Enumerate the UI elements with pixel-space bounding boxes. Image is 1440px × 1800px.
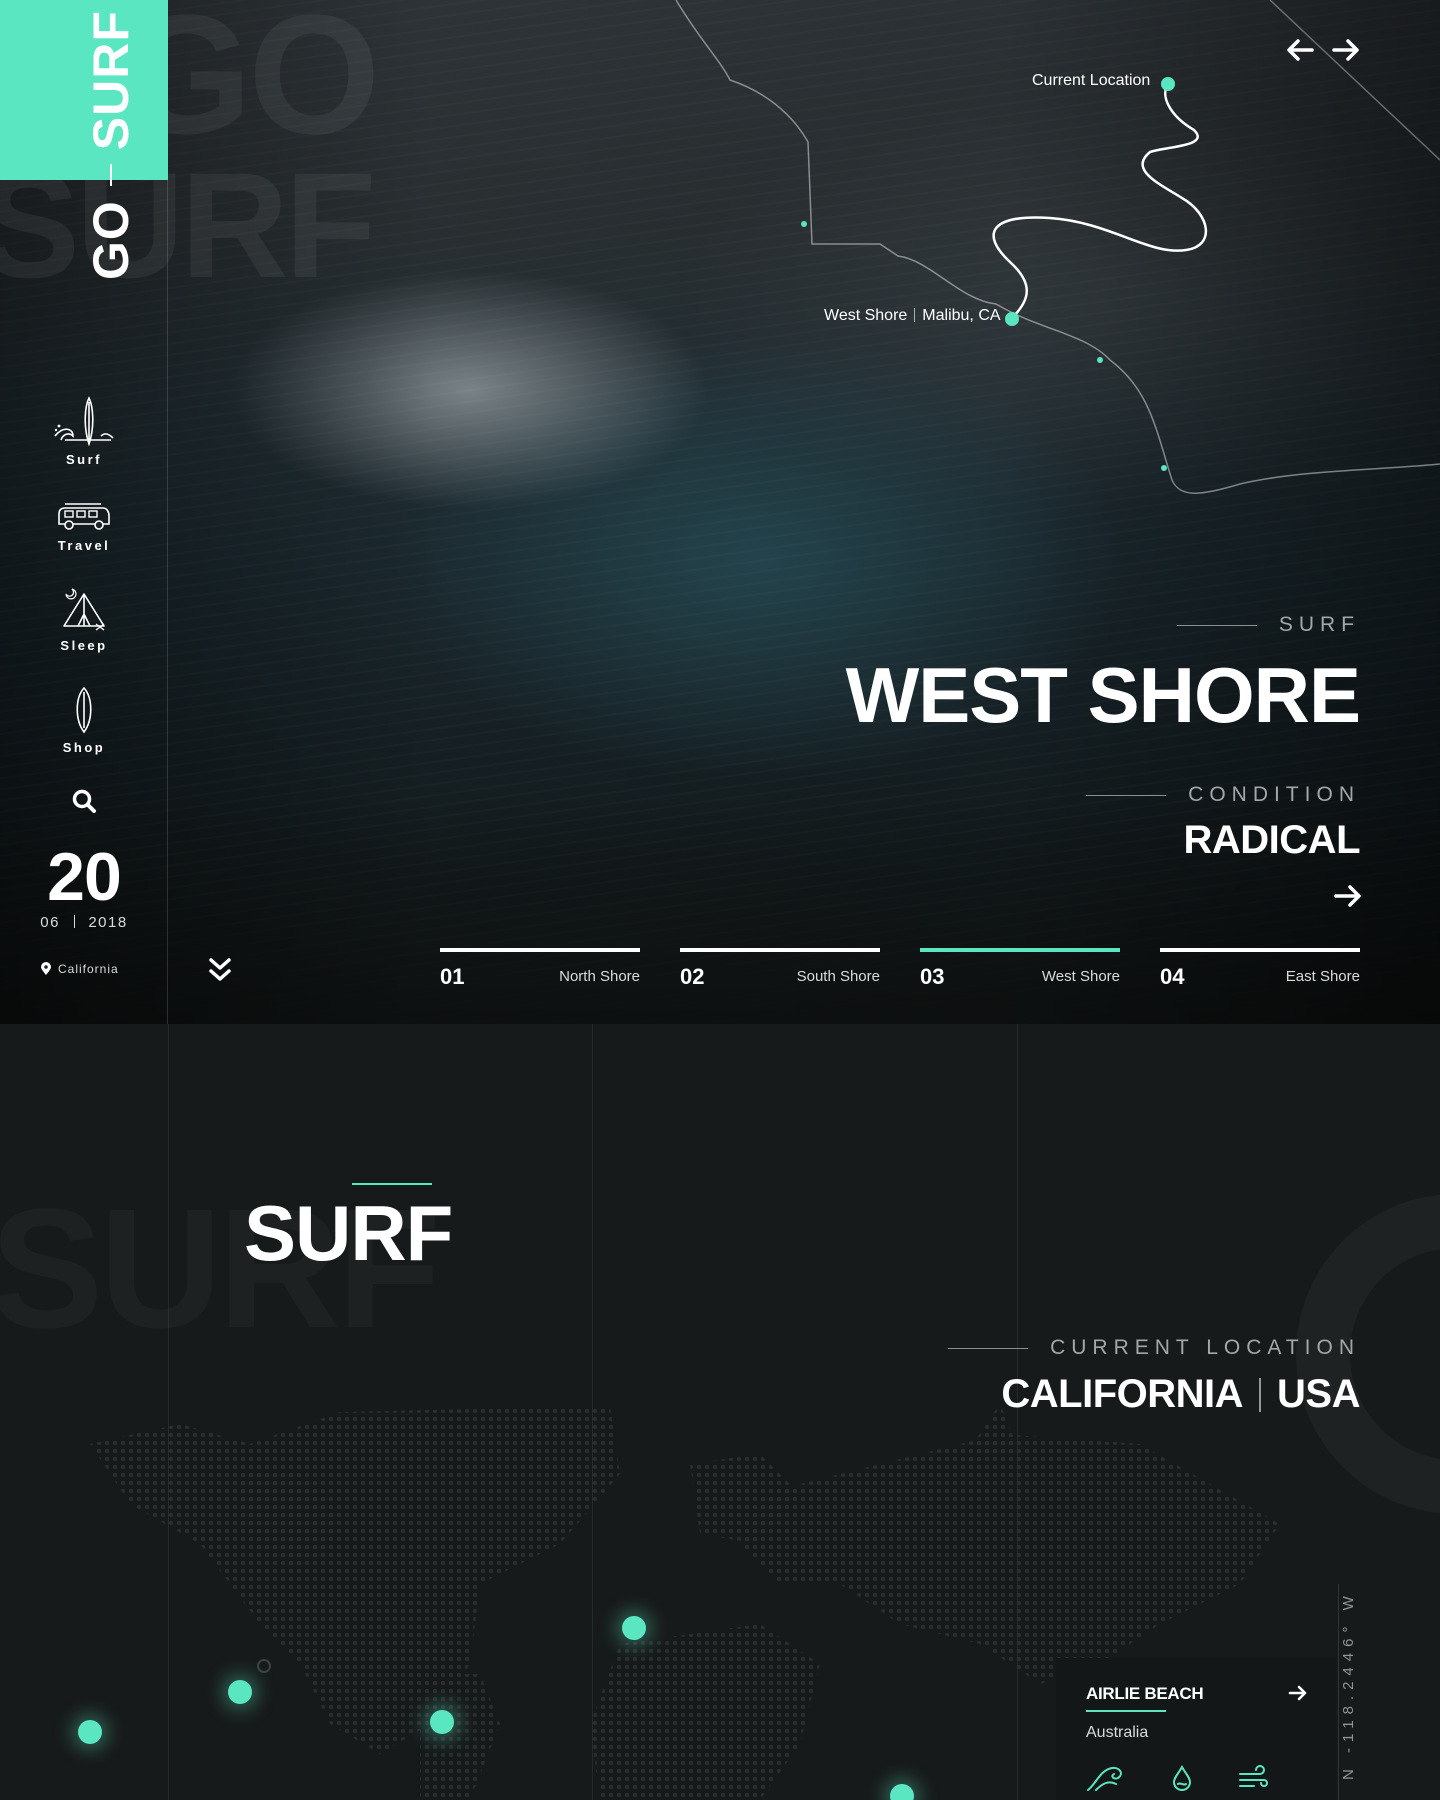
beach-name: AIRLIE BEACH	[1086, 1684, 1204, 1703]
map-dot	[1161, 465, 1167, 471]
condition-label: CONDITION	[1086, 783, 1360, 807]
logo[interactable]: GO SURF	[82, 10, 140, 280]
arrow-left-icon[interactable]	[1286, 38, 1314, 62]
tab-east-shore[interactable]: 04 East Shore	[1160, 948, 1360, 989]
coordinates-divider	[1338, 1584, 1339, 1800]
logo-dash	[110, 164, 112, 187]
beach-underline	[1086, 1710, 1166, 1712]
condition-label-text: CONDITION	[1188, 783, 1360, 806]
section-accent-line	[352, 1183, 432, 1185]
country-name: USA	[1277, 1372, 1360, 1416]
map-hotspot[interactable]	[78, 1720, 102, 1744]
surfboard-wave-icon	[54, 396, 114, 446]
current-location-pin[interactable]	[1161, 77, 1175, 91]
scroll-down-icon[interactable]	[206, 956, 234, 984]
map-hotspot[interactable]	[622, 1616, 646, 1640]
tab-west-shore[interactable]: 03 West Shore	[920, 948, 1120, 989]
arrow-right-icon[interactable]	[1332, 38, 1360, 62]
coordinates: N -118.2446° W	[1340, 1590, 1357, 1780]
date-month-year: 06 2018	[0, 914, 168, 931]
tab-number: 03	[920, 964, 945, 989]
hero-section: GO SURF Current Location West Shore Malib…	[0, 0, 1440, 1024]
current-location-label: CURRENT LOCATION	[948, 1336, 1360, 1360]
nav-label: Shop	[62, 740, 106, 755]
region-name: CALIFORNIA	[1001, 1372, 1244, 1416]
route-map	[675, 0, 1440, 494]
map-marker-icon	[257, 1659, 271, 1673]
hero-title: WEST SHORE	[845, 651, 1361, 739]
nav-label: Travel	[57, 538, 111, 553]
tab-label: South Shore	[796, 968, 880, 985]
map-hotspot[interactable]	[228, 1680, 252, 1704]
slider-arrows	[1286, 38, 1360, 62]
tab-number: 02	[680, 964, 705, 989]
current-location-text: CURRENT LOCATION	[1050, 1336, 1360, 1359]
logo-word-surf: SURF	[83, 10, 139, 151]
eyebrow-line	[1086, 794, 1167, 796]
current-location-label: Current Location	[1032, 72, 1151, 89]
date-day: 20	[47, 839, 122, 915]
tab-label: West Shore	[1041, 968, 1120, 985]
separator	[1259, 1377, 1262, 1412]
date-month: 06	[40, 914, 60, 931]
spot-name: West Shore	[824, 307, 908, 324]
logo-word-go: GO	[83, 200, 139, 280]
water-drop-icon	[1172, 1764, 1192, 1791]
nav-label: Surf	[66, 452, 102, 467]
nav-label: Sleep	[60, 638, 108, 653]
nav-item-shop[interactable]: Shop	[0, 686, 168, 755]
nav-item-travel[interactable]: Travel	[0, 498, 168, 553]
eyebrow-line	[1176, 624, 1257, 626]
west-shore-pin[interactable]	[1005, 312, 1019, 326]
date-year: 2018	[88, 914, 128, 931]
search-icon[interactable]	[70, 788, 98, 816]
beach-country: Australia	[1086, 1724, 1149, 1741]
eyebrow-text: SURF	[1278, 613, 1360, 636]
tab-number: 01	[440, 964, 465, 989]
map-hotspot[interactable]	[430, 1710, 454, 1734]
wave-icon	[1087, 1766, 1122, 1791]
van-icon	[58, 503, 110, 530]
tab-label: North Shore	[559, 968, 640, 985]
map-dot	[801, 221, 807, 227]
separator	[914, 308, 916, 322]
spot-place: Malibu, CA	[922, 307, 1001, 324]
tab-north-shore[interactable]: 01 North Shore	[440, 948, 640, 989]
nav-item-sleep[interactable]: Sleep	[0, 588, 168, 653]
surfboard-icon	[76, 686, 92, 734]
hero-eyebrow: SURF	[1176, 613, 1360, 637]
arrow-right-icon[interactable]	[1334, 884, 1362, 908]
eyebrow-line	[948, 1347, 1029, 1349]
tent-icon	[63, 588, 105, 631]
map-dot	[1097, 357, 1103, 363]
beach-card[interactable]: AIRLIE BEACH Australia	[1056, 1658, 1336, 1800]
tab-south-shore[interactable]: 02 South Shore	[680, 948, 880, 989]
sidebar: GO SURF Surf Travel Sleep Shop 20 06 201…	[0, 0, 168, 1024]
location-pin-icon	[41, 962, 51, 975]
map-section: SURF SURF	[0, 1024, 1440, 1800]
condition-value: RADICAL	[1183, 818, 1361, 862]
location-tag-text: California	[58, 962, 119, 976]
tab-label: East Shore	[1285, 968, 1360, 985]
section-title: SURF	[244, 1189, 453, 1277]
tab-number: 04	[1160, 964, 1185, 989]
west-shore-label: West Shore Malibu, CA	[824, 307, 1001, 325]
wind-icon	[1239, 1765, 1268, 1787]
current-location-value: CALIFORNIA USA	[1001, 1372, 1360, 1417]
nav-item-surf[interactable]: Surf	[0, 396, 168, 467]
beach-conditions	[1086, 1764, 1268, 1792]
separator	[73, 915, 75, 928]
arrow-right-icon[interactable]	[1288, 1684, 1308, 1702]
location-tag[interactable]: California	[40, 962, 119, 976]
